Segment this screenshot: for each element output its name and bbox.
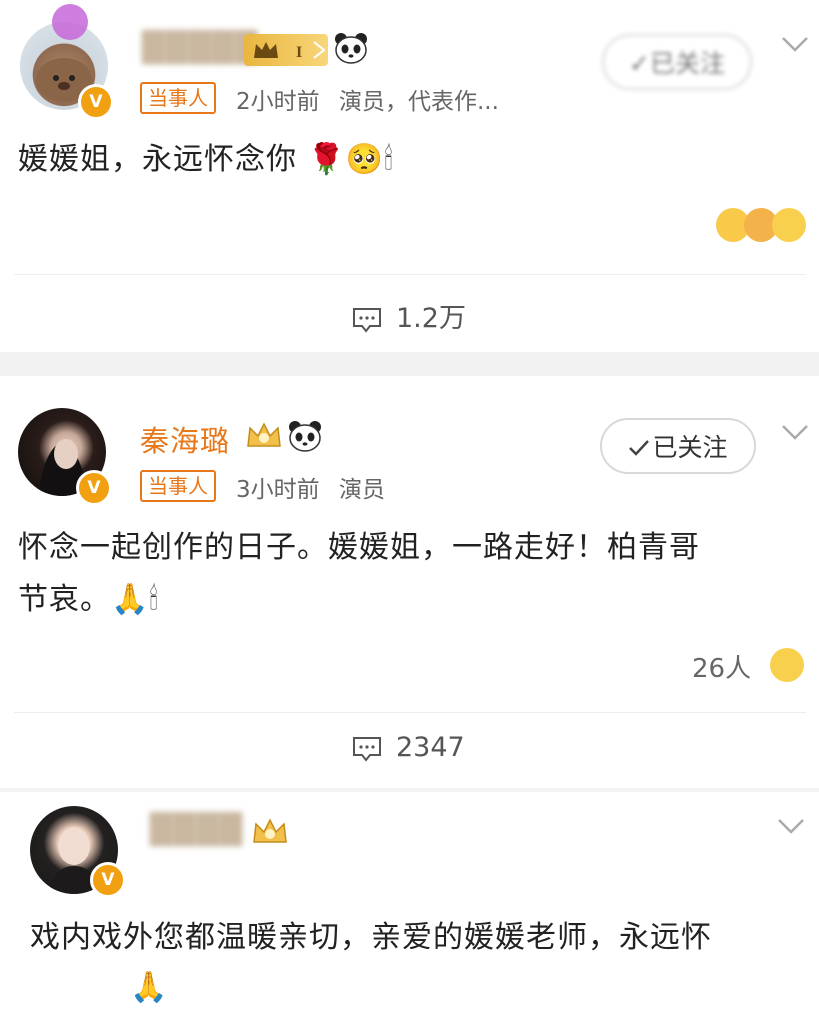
crown-level-icon: I: [244, 34, 328, 66]
verified-badge-icon: V: [90, 862, 126, 898]
role-tag: 当事人: [140, 470, 216, 502]
post-time: 2小时前: [236, 89, 320, 115]
post-1: V █████ I 当事人 2小时前 演员，代表作... ✓已关注 媛媛姐，永远…: [0, 0, 819, 352]
comment-icon: [353, 736, 381, 762]
username[interactable]: ████: [150, 812, 243, 846]
username[interactable]: 秦海璐: [140, 418, 230, 460]
post-text-line2: 节哀。🙏🕯: [18, 582, 159, 617]
username[interactable]: █████: [142, 30, 259, 64]
crying-face-icon[interactable]: [770, 648, 804, 682]
reaction-emojis[interactable]: [716, 208, 806, 244]
laugh-face-icon: [772, 208, 806, 242]
followed-label: 已关注: [652, 433, 728, 462]
follow-button[interactable]: ✓已关注: [602, 34, 752, 90]
verified-badge-icon: V: [78, 84, 114, 120]
chevron-down-icon[interactable]: [780, 34, 810, 54]
comment-count[interactable]: 2347: [352, 732, 465, 763]
comment-count-value: 2347: [396, 732, 465, 763]
user-bio: 演员，代表作...: [338, 89, 499, 115]
comment-count-value: 1.2万: [396, 303, 466, 334]
divider: [14, 712, 806, 713]
followed-button[interactable]: 已关注: [600, 418, 756, 474]
post-meta: 3小时前 演员: [236, 470, 397, 504]
post-separator: [0, 352, 819, 376]
user-bio: 演员: [338, 477, 385, 503]
post-2: V 秦海璐 当事人 3小时前 演员 已关注 怀念一起创作的日子。媛媛姐，一路走好…: [0, 376, 819, 790]
crown-icon: [250, 816, 290, 852]
verified-badge-icon: V: [76, 470, 112, 506]
role-tag: 当事人: [140, 82, 216, 114]
post-text: 媛媛姐，永远怀念你 🌹🥺🕯: [18, 142, 394, 177]
chevron-down-icon[interactable]: [776, 816, 806, 836]
post-time: 3小时前: [236, 477, 320, 503]
post-3: V ████ 戏内戏外您都温暖亲切，亲爱的媛媛老师，永远怀 🙏: [0, 792, 819, 1032]
comment-count[interactable]: 1.2万: [352, 296, 466, 335]
panda-icon: [288, 420, 322, 456]
avatar-deco-icon: [52, 4, 88, 40]
post-meta: 2小时前 演员，代表作...: [236, 82, 511, 116]
panda-icon: [334, 32, 368, 68]
comment-icon: [353, 307, 381, 333]
divider: [14, 274, 806, 275]
post-text-line2: 🙏: [130, 970, 169, 1005]
post-text: 戏内戏外您都温暖亲切，亲爱的媛媛老师，永远怀: [30, 920, 712, 955]
chevron-down-icon[interactable]: [780, 422, 810, 442]
crown-icon: [244, 420, 284, 456]
check-icon: [629, 440, 650, 456]
svg-text:I: I: [296, 44, 302, 61]
post-text-line1: 怀念一起创作的日子。媛媛姐，一路走好！柏青哥: [18, 530, 700, 565]
reaction-count[interactable]: 26人: [692, 648, 751, 685]
